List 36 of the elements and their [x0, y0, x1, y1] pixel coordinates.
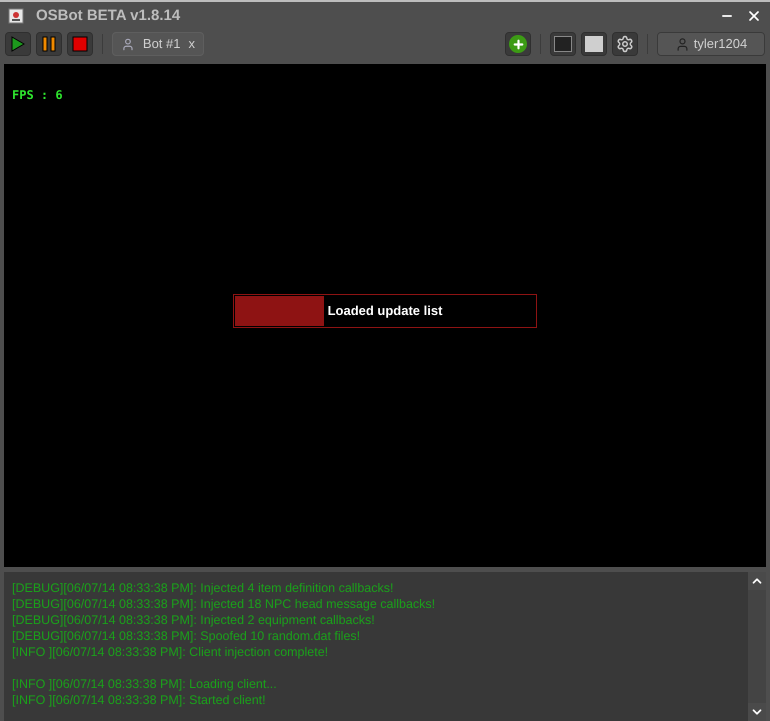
scrollbar[interactable]: [748, 572, 766, 721]
log-line: [INFO ][06/07/14 08:33:38 PM]: Loading client...: [12, 676, 278, 692]
settings-button[interactable]: [612, 32, 638, 56]
close-button[interactable]: [746, 8, 762, 24]
log-line: [DEBUG][06/07/14 08:33:38 PM]: Injected 2 equipment callbacks!: [12, 612, 376, 628]
log-button[interactable]: [581, 32, 607, 56]
scroll-up-button[interactable]: [748, 572, 766, 590]
bot-tab[interactable]: Bot #1 x: [112, 32, 204, 56]
window-title: OSBot BETA v1.8.14: [36, 6, 180, 26]
log-line: [INFO ][06/07/14 08:33:38 PM]: Client injection complete!: [12, 644, 330, 660]
pause-button[interactable]: [36, 32, 62, 56]
stop-icon: [72, 36, 88, 52]
stop-button[interactable]: [67, 32, 93, 56]
scroll-down-button[interactable]: [748, 703, 766, 721]
fps-text: FPS : 6: [12, 87, 64, 104]
plus-icon: [509, 35, 527, 53]
play-icon: [11, 36, 25, 52]
log-line: [DEBUG][06/07/14 08:33:38 PM]: Injected 18 NPC head message callbacks!: [12, 596, 436, 612]
add-button[interactable]: [505, 32, 531, 56]
terminal-icon: [554, 36, 572, 52]
log-line: [INFO ][06/07/14 08:33:38 PM]: Started client!: [12, 692, 267, 708]
close-icon: [746, 8, 762, 24]
bot-tab-close[interactable]: x: [188, 34, 195, 54]
app-icon: [8, 8, 24, 24]
person-icon: [674, 36, 690, 52]
progress-label: Loaded update list: [328, 302, 442, 320]
document-icon: [585, 36, 603, 52]
bot-tab-label: Bot #1: [142, 35, 180, 54]
log-line: [DEBUG][06/07/14 08:33:38 PM]: Injected 4 item definition callbacks!: [12, 580, 394, 596]
play-button[interactable]: [5, 32, 31, 56]
log-line: [DEBUG][06/07/14 08:33:38 PM]: Spoofed 10 random.dat files!: [12, 628, 362, 644]
pause-icon: [42, 36, 56, 52]
user-button[interactable]: tyler1204: [657, 32, 765, 56]
console-button[interactable]: [550, 32, 576, 56]
user-icon: [121, 36, 135, 52]
settings-icon: [616, 35, 634, 53]
